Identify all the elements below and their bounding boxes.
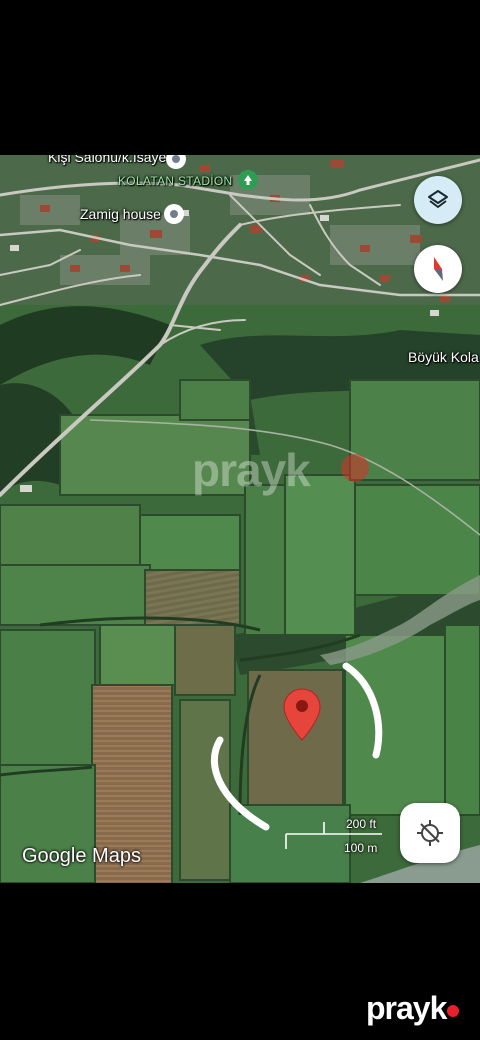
- watermark-text: prayk: [366, 990, 447, 1026]
- google-maps-attribution: Google Maps: [22, 845, 141, 867]
- satellite-map[interactable]: Kişi Salonu/k.İsayev KOLATAN STADİON Zam…: [0, 155, 480, 883]
- watermark-logo: prayk: [366, 990, 460, 1027]
- location-disabled-icon: [417, 820, 443, 846]
- scale-bar: [285, 822, 382, 849]
- watermark-center: prayk: [192, 444, 311, 496]
- hand-drawn-annotations: [210, 662, 383, 831]
- layers-button[interactable]: [414, 176, 462, 224]
- my-location-button[interactable]: [400, 803, 460, 863]
- location-marker-icon[interactable]: [283, 688, 321, 742]
- watermark-dot-icon: [447, 1005, 460, 1017]
- compass-icon: [434, 257, 443, 281]
- layers-icon: [428, 190, 448, 208]
- compass-button[interactable]: [414, 245, 462, 293]
